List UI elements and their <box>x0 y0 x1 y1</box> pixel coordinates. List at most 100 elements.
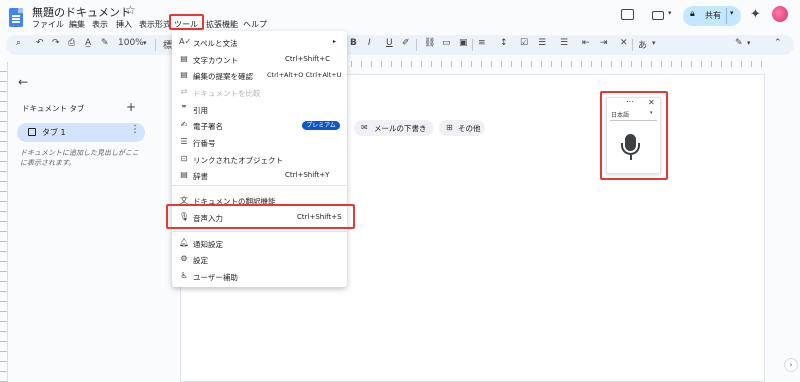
text-color-icon[interactable]: ✐ <box>402 38 410 48</box>
accessibility-icon: ♿︎ <box>180 271 188 280</box>
menu-format[interactable]: 表示形式 <box>139 19 171 30</box>
menu-item-accessibility[interactable]: ユーザー補助 <box>193 272 238 283</box>
menu-item-compare-documents[interactable]: ドキュメントを比較 <box>193 88 261 99</box>
underline-button[interactable]: U <box>386 38 393 48</box>
share-chevron-down-icon[interactable]: ▾ <box>730 9 734 17</box>
meet-video-icon[interactable] <box>652 11 664 20</box>
comment-add-icon[interactable]: ▭ <box>442 38 451 48</box>
explore-button[interactable]: › <box>784 358 798 372</box>
review-edits-shortcut: Ctrl+Alt+O Ctrl+Alt+U <box>267 71 342 79</box>
star-icon[interactable]: ☆ <box>125 3 136 17</box>
voice-typing-highlight <box>166 204 355 229</box>
word-count-shortcut: Ctrl+Shift+C <box>285 55 330 63</box>
image-icon[interactable]: ▣ <box>459 38 468 48</box>
word-count-icon: ▤ <box>180 54 188 63</box>
clear-formatting-icon[interactable]: ✕ <box>620 38 628 48</box>
add-tab-button[interactable]: + <box>126 100 136 114</box>
search-menus-icon[interactable]: ⌕ <box>16 38 21 48</box>
zoom-select[interactable]: 100% <box>118 38 144 48</box>
gemini-sparkle-icon[interactable]: ✦ <box>750 7 761 22</box>
text-case-chevron-down-icon[interactable]: ▾ <box>652 39 656 47</box>
citations-icon: ❞ <box>181 104 187 113</box>
chevron-down-icon[interactable]: ▾ <box>668 9 672 17</box>
menu-item-review-suggested-edits[interactable]: 編集の提案を確認 <box>193 71 253 82</box>
chip-email-draft-label[interactable]: メールの下書き <box>374 123 427 134</box>
toolbar-divider <box>155 39 156 51</box>
voice-widget-highlight <box>600 91 668 180</box>
tools-menu-highlight <box>169 14 204 30</box>
undo-icon[interactable]: ↶ <box>36 38 44 48</box>
numbered-list-icon[interactable]: ☰ <box>560 38 568 48</box>
menu-divider <box>172 185 347 186</box>
review-edits-icon: ▤ <box>180 70 188 79</box>
menu-item-linked-objects[interactable]: リンクされたオブジェクト <box>193 155 283 166</box>
settings-icon: ⚙ <box>180 254 188 263</box>
text-case-select[interactable]: あ <box>638 38 647 51</box>
chip-more-label[interactable]: その他 <box>458 123 481 134</box>
back-arrow-icon[interactable]: ← <box>18 75 28 89</box>
link-icon[interactable]: ⛓ <box>424 38 435 48</box>
document-tab-icon <box>28 128 36 136</box>
menu-item-preferences[interactable]: 設定 <box>193 255 208 266</box>
esignature-icon: ✍ <box>180 120 188 129</box>
menu-file[interactable]: ファイル <box>32 19 64 30</box>
document-title[interactable]: 無題のドキュメント <box>32 4 131 20</box>
align-icon[interactable]: ≡ <box>478 38 486 48</box>
menu-item-notification-settings[interactable]: 通知設定 <box>193 239 223 250</box>
premium-badge: プレミアム <box>302 121 340 130</box>
dictionary-icon: ▤ <box>180 170 188 179</box>
paint-format-icon[interactable]: ✎ <box>101 38 109 48</box>
toolbar-divider <box>416 39 417 51</box>
add-box-icon: ⊞ <box>446 123 453 132</box>
zoom-chevron-down-icon[interactable]: ▾ <box>143 39 147 47</box>
menu-help[interactable]: ヘルプ <box>243 19 267 30</box>
menu-item-citations[interactable]: 引用 <box>193 105 208 116</box>
bulleted-list-icon[interactable]: ☰ <box>538 38 546 48</box>
indent-decrease-icon[interactable]: ⇤ <box>582 38 590 48</box>
menu-divider <box>172 231 347 232</box>
italic-button[interactable]: I <box>368 38 371 48</box>
share-divider <box>726 8 727 24</box>
submenu-arrow-icon: ▸ <box>333 38 337 45</box>
menu-edit[interactable]: 編集 <box>69 19 85 30</box>
sidebar-tab-1[interactable] <box>17 123 145 142</box>
more-vert-icon[interactable]: ⋮ <box>130 124 140 135</box>
email-icon: ✉ <box>361 123 368 132</box>
redo-icon[interactable]: ↷ <box>52 38 60 48</box>
spellcheck-icon: A✓ <box>179 37 192 46</box>
vertical-ruler[interactable] <box>0 62 8 382</box>
toolbar-divider <box>632 39 633 51</box>
share-label[interactable]: 共有 <box>705 10 721 21</box>
line-spacing-icon[interactable]: ↕ <box>500 38 508 48</box>
comments-icon[interactable] <box>621 9 634 20</box>
menu-item-esignature[interactable]: 電子署名 <box>193 121 223 132</box>
toolbar-divider <box>472 39 473 51</box>
outline-hint-text: ドキュメントに追加した見出しがここに表示されます。 <box>20 149 139 167</box>
menu-item-line-numbers[interactable]: 行番号 <box>193 138 216 149</box>
menu-view[interactable]: 表示 <box>92 19 108 30</box>
docs-logo-icon[interactable] <box>9 8 23 27</box>
menu-extensions[interactable]: 拡張機能 <box>206 19 238 30</box>
lock-icon: 🔒︎ <box>690 9 695 19</box>
menu-item-dictionary[interactable]: 辞書 <box>193 171 208 182</box>
editing-mode-pencil-icon[interactable]: ✎ <box>735 38 743 48</box>
editing-mode-chevron-down-icon[interactable]: ▾ <box>747 39 751 47</box>
menu-item-word-count[interactable]: 文字カウント <box>193 55 238 66</box>
bold-button[interactable]: B <box>350 38 357 48</box>
avatar[interactable] <box>772 6 788 22</box>
compare-documents-icon: ⇄ <box>180 87 188 96</box>
document-tabs-title: ドキュメント タブ <box>22 104 85 113</box>
menu-item-spelling-grammar[interactable]: スペルと文法 <box>193 38 237 49</box>
menu-insert[interactable]: 挿入 <box>116 19 132 30</box>
dictionary-shortcut: Ctrl+Shift+Y <box>285 171 330 179</box>
collapse-toolbar-icon[interactable]: ⌃ <box>774 38 782 48</box>
indent-increase-icon[interactable]: ⇥ <box>600 38 608 48</box>
tab-1-label[interactable]: タブ 1 <box>42 127 66 138</box>
checklist-icon[interactable]: ☑ <box>520 38 528 48</box>
spellcheck-icon[interactable]: A̲ <box>85 38 91 48</box>
paragraph-style-select[interactable]: 標 <box>163 38 172 51</box>
line-numbers-icon: ☰ <box>180 137 188 146</box>
notification-bell-icon: 🔔︎ <box>179 238 190 247</box>
print-icon[interactable]: ⎙ <box>68 38 75 48</box>
linked-objects-icon: ⊡ <box>180 154 188 163</box>
